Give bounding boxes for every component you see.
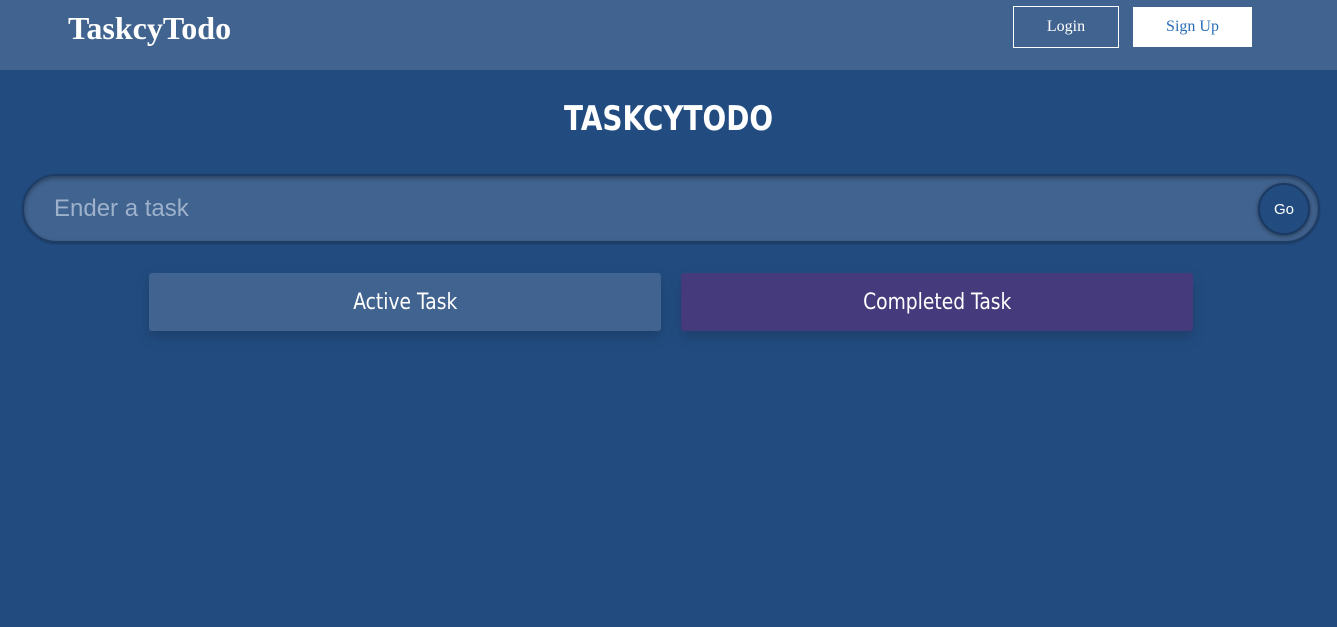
login-button[interactable]: Login (1013, 6, 1119, 48)
tab-completed-task-label: Completed Task (862, 289, 1012, 315)
navbar: TaskcyTodo Login Sign Up (0, 0, 1337, 70)
task-input[interactable] (52, 186, 1252, 232)
go-button[interactable]: Go (1258, 183, 1310, 235)
task-input-bar: Go (22, 174, 1320, 243)
tab-active-task-label: Active Task (352, 289, 458, 315)
signup-button[interactable]: Sign Up (1133, 7, 1252, 47)
brand-logo[interactable]: TaskcyTodo (68, 8, 231, 48)
page-title: TASKCYTODO (563, 99, 774, 139)
tab-active-task[interactable]: Active Task (149, 273, 661, 331)
tab-completed-task[interactable]: Completed Task (681, 273, 1193, 331)
